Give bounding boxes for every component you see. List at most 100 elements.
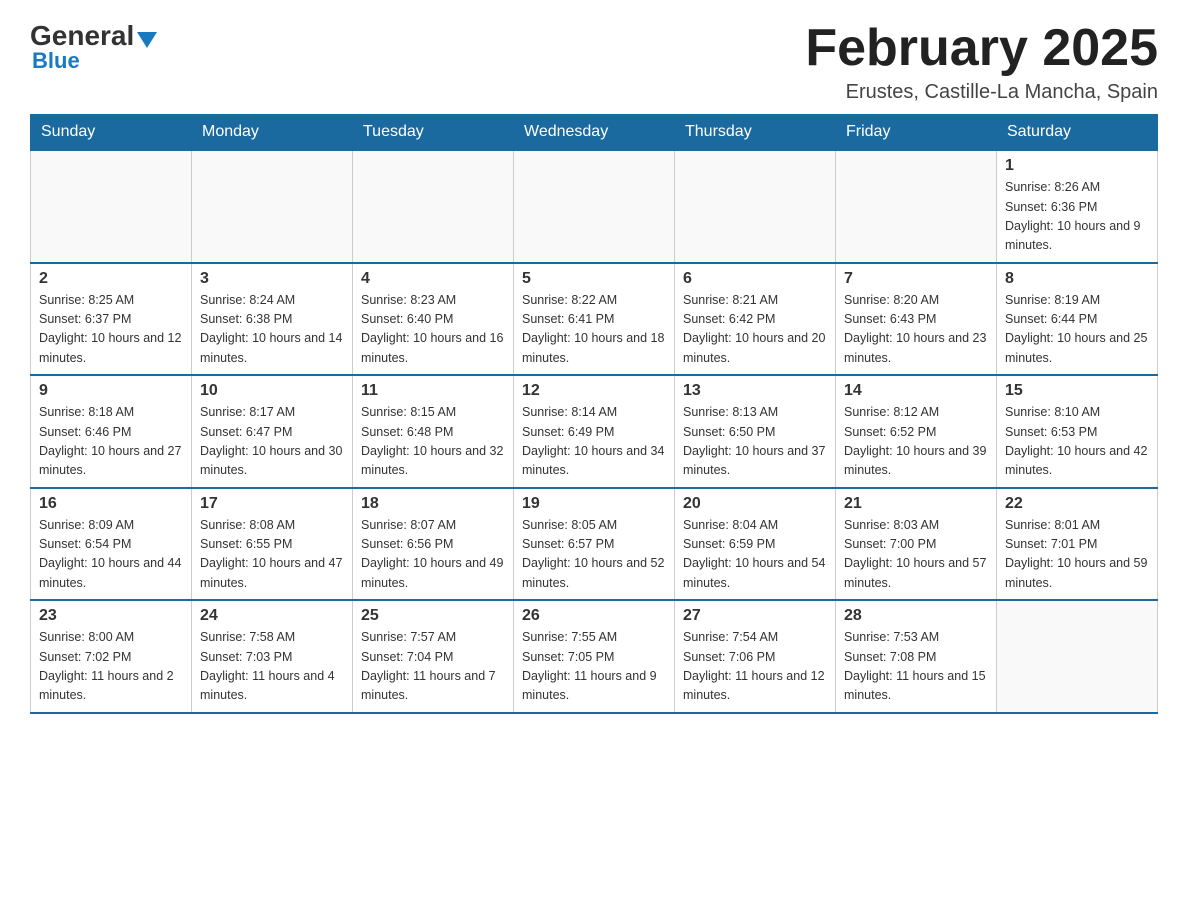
day-info: Sunrise: 8:18 AMSunset: 6:46 PMDaylight:…: [39, 403, 183, 481]
location-subtitle: Erustes, Castille-La Mancha, Spain: [805, 81, 1158, 104]
calendar-week-row: 23 Sunrise: 8:00 AMSunset: 7:02 PMDayligh…: [31, 600, 1158, 713]
logo: General Blue: [30, 20, 157, 74]
table-row: 9 Sunrise: 8:18 AMSunset: 6:46 PMDaylight…: [31, 375, 192, 488]
table-row: 13 Sunrise: 8:13 AMSunset: 6:50 PMDayligh…: [675, 375, 836, 488]
day-info: Sunrise: 8:05 AMSunset: 6:57 PMDaylight:…: [522, 516, 666, 594]
day-info: Sunrise: 8:15 AMSunset: 6:48 PMDaylight:…: [361, 403, 505, 481]
table-row: [31, 150, 192, 263]
table-row: 11 Sunrise: 8:15 AMSunset: 6:48 PMDayligh…: [353, 375, 514, 488]
day-number: 5: [522, 270, 666, 288]
calendar-week-row: 1 Sunrise: 8:26 AMSunset: 6:36 PMDaylight…: [31, 150, 1158, 263]
header-wednesday: Wednesday: [514, 115, 675, 151]
table-row: [353, 150, 514, 263]
logo-triangle-icon: [137, 32, 157, 48]
day-number: 17: [200, 495, 344, 513]
calendar-table: Sunday Monday Tuesday Wednesday Thursday…: [30, 114, 1158, 714]
day-info: Sunrise: 7:58 AMSunset: 7:03 PMDaylight:…: [200, 628, 344, 706]
day-number: 16: [39, 495, 183, 513]
day-info: Sunrise: 8:12 AMSunset: 6:52 PMDaylight:…: [844, 403, 988, 481]
day-info: Sunrise: 8:22 AMSunset: 6:41 PMDaylight:…: [522, 291, 666, 369]
table-row: [192, 150, 353, 263]
page-header: General Blue February 2025 Erustes, Cast…: [30, 20, 1158, 104]
day-number: 8: [1005, 270, 1149, 288]
day-info: Sunrise: 8:00 AMSunset: 7:02 PMDaylight:…: [39, 628, 183, 706]
header-thursday: Thursday: [675, 115, 836, 151]
logo-blue-text: Blue: [32, 48, 80, 74]
title-area: February 2025 Erustes, Castille-La Manch…: [805, 20, 1158, 104]
table-row: 7 Sunrise: 8:20 AMSunset: 6:43 PMDaylight…: [836, 263, 997, 376]
table-row: 15Sunrise: 8:10 AMSunset: 6:53 PMDayligh…: [997, 375, 1158, 488]
day-number: 3: [200, 270, 344, 288]
calendar-week-row: 2 Sunrise: 8:25 AMSunset: 6:37 PMDaylight…: [31, 263, 1158, 376]
day-number: 21: [844, 495, 988, 513]
day-number: 1: [1005, 157, 1149, 175]
day-info: Sunrise: 8:23 AMSunset: 6:40 PMDaylight:…: [361, 291, 505, 369]
table-row: [836, 150, 997, 263]
day-number: 25: [361, 607, 505, 625]
day-info: Sunrise: 8:21 AMSunset: 6:42 PMDaylight:…: [683, 291, 827, 369]
day-info: Sunrise: 8:13 AMSunset: 6:50 PMDaylight:…: [683, 403, 827, 481]
day-info: Sunrise: 8:04 AMSunset: 6:59 PMDaylight:…: [683, 516, 827, 594]
header-saturday: Saturday: [997, 115, 1158, 151]
table-row: 20 Sunrise: 8:04 AMSunset: 6:59 PMDayligh…: [675, 488, 836, 601]
day-number: 22: [1005, 495, 1149, 513]
table-row: 19 Sunrise: 8:05 AMSunset: 6:57 PMDayligh…: [514, 488, 675, 601]
day-number: 9: [39, 382, 183, 400]
table-row: 16 Sunrise: 8:09 AMSunset: 6:54 PMDayligh…: [31, 488, 192, 601]
header-tuesday: Tuesday: [353, 115, 514, 151]
table-row: 8 Sunrise: 8:19 AMSunset: 6:44 PMDaylight…: [997, 263, 1158, 376]
table-row: 2 Sunrise: 8:25 AMSunset: 6:37 PMDaylight…: [31, 263, 192, 376]
table-row: 17 Sunrise: 8:08 AMSunset: 6:55 PMDayligh…: [192, 488, 353, 601]
day-number: 13: [683, 382, 827, 400]
table-row: 14 Sunrise: 8:12 AMSunset: 6:52 PMDayligh…: [836, 375, 997, 488]
day-number: 4: [361, 270, 505, 288]
header-friday: Friday: [836, 115, 997, 151]
table-row: 22 Sunrise: 8:01 AMSunset: 7:01 PMDayligh…: [997, 488, 1158, 601]
day-number: 18: [361, 495, 505, 513]
table-row: 21 Sunrise: 8:03 AMSunset: 7:00 PMDayligh…: [836, 488, 997, 601]
table-row: 10Sunrise: 8:17 AMSunset: 6:47 PMDayligh…: [192, 375, 353, 488]
day-number: 19: [522, 495, 666, 513]
day-number: 28: [844, 607, 988, 625]
day-info: Sunrise: 8:07 AMSunset: 6:56 PMDaylight:…: [361, 516, 505, 594]
day-info: Sunrise: 8:01 AMSunset: 7:01 PMDaylight:…: [1005, 516, 1149, 594]
day-info: Sunrise: 8:08 AMSunset: 6:55 PMDaylight:…: [200, 516, 344, 594]
table-row: 4 Sunrise: 8:23 AMSunset: 6:40 PMDaylight…: [353, 263, 514, 376]
table-row: 3 Sunrise: 8:24 AMSunset: 6:38 PMDaylight…: [192, 263, 353, 376]
table-row: 26 Sunrise: 7:55 AMSunset: 7:05 PMDayligh…: [514, 600, 675, 713]
header-sunday: Sunday: [31, 115, 192, 151]
header-monday: Monday: [192, 115, 353, 151]
day-info: Sunrise: 8:09 AMSunset: 6:54 PMDaylight:…: [39, 516, 183, 594]
table-row: 1 Sunrise: 8:26 AMSunset: 6:36 PMDaylight…: [997, 150, 1158, 263]
day-info: Sunrise: 7:55 AMSunset: 7:05 PMDaylight:…: [522, 628, 666, 706]
day-info: Sunrise: 8:19 AMSunset: 6:44 PMDaylight:…: [1005, 291, 1149, 369]
day-number: 27: [683, 607, 827, 625]
day-number: 2: [39, 270, 183, 288]
day-number: 14: [844, 382, 988, 400]
calendar-week-row: 16 Sunrise: 8:09 AMSunset: 6:54 PMDayligh…: [31, 488, 1158, 601]
table-row: [675, 150, 836, 263]
day-number: 7: [844, 270, 988, 288]
day-info: Sunrise: 7:53 AMSunset: 7:08 PMDaylight:…: [844, 628, 988, 706]
day-number: 24: [200, 607, 344, 625]
table-row: 18 Sunrise: 8:07 AMSunset: 6:56 PMDayligh…: [353, 488, 514, 601]
day-number: 20: [683, 495, 827, 513]
day-number: 23: [39, 607, 183, 625]
table-row: 6Sunrise: 8:21 AMSunset: 6:42 PMDaylight…: [675, 263, 836, 376]
month-title: February 2025: [805, 20, 1158, 77]
day-info: Sunrise: 8:26 AMSunset: 6:36 PMDaylight:…: [1005, 178, 1149, 256]
table-row: [997, 600, 1158, 713]
table-row: [514, 150, 675, 263]
day-number: 26: [522, 607, 666, 625]
day-info: Sunrise: 8:03 AMSunset: 7:00 PMDaylight:…: [844, 516, 988, 594]
day-info: Sunrise: 7:54 AMSunset: 7:06 PMDaylight:…: [683, 628, 827, 706]
day-info: Sunrise: 8:20 AMSunset: 6:43 PMDaylight:…: [844, 291, 988, 369]
table-row: 5 Sunrise: 8:22 AMSunset: 6:41 PMDaylight…: [514, 263, 675, 376]
day-info: Sunrise: 8:24 AMSunset: 6:38 PMDaylight:…: [200, 291, 344, 369]
day-number: 11: [361, 382, 505, 400]
table-row: 12 Sunrise: 8:14 AMSunset: 6:49 PMDayligh…: [514, 375, 675, 488]
day-info: Sunrise: 8:25 AMSunset: 6:37 PMDaylight:…: [39, 291, 183, 369]
day-info: Sunrise: 8:14 AMSunset: 6:49 PMDaylight:…: [522, 403, 666, 481]
day-number: 12: [522, 382, 666, 400]
day-info: Sunrise: 8:10 AMSunset: 6:53 PMDaylight:…: [1005, 403, 1149, 481]
